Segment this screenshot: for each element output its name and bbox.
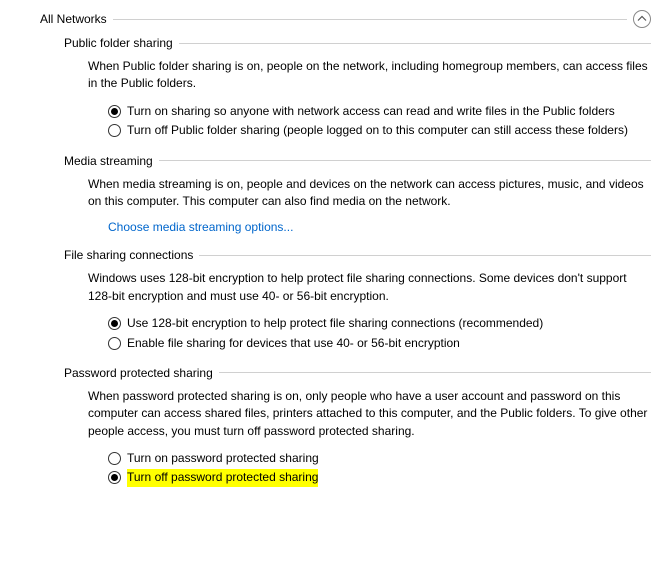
radio-label: Turn off Public folder sharing (people l…	[127, 122, 628, 139]
radio-icon	[108, 317, 121, 330]
radio-icon	[108, 337, 121, 350]
divider	[179, 43, 651, 44]
radio-option-public-off[interactable]: Turn off Public folder sharing (people l…	[108, 122, 651, 139]
radio-icon	[108, 105, 121, 118]
divider	[219, 372, 651, 373]
section-public-folder-sharing: Public folder sharing When Public folder…	[64, 36, 651, 140]
radio-option-128bit[interactable]: Use 128-bit encryption to help protect f…	[108, 315, 651, 332]
section-title: File sharing connections	[64, 248, 199, 262]
category-title: All Networks	[40, 12, 113, 26]
section-title: Password protected sharing	[64, 366, 219, 380]
divider	[113, 19, 627, 20]
section-password-protected-sharing: Password protected sharing When password…	[64, 366, 651, 487]
category-header-all-networks[interactable]: All Networks	[40, 10, 651, 28]
radio-option-password-off[interactable]: Turn off password protected sharing	[108, 469, 651, 486]
radio-group-file-sharing: Use 128-bit encryption to help protect f…	[108, 315, 651, 352]
radio-label: Turn off password protected sharing	[127, 469, 318, 486]
radio-label: Turn on password protected sharing	[127, 450, 319, 467]
divider	[199, 255, 651, 256]
section-header: File sharing connections	[64, 248, 651, 262]
radio-group-password: Turn on password protected sharing Turn …	[108, 450, 651, 487]
section-title: Public folder sharing	[64, 36, 179, 50]
collapse-button[interactable]	[633, 10, 651, 28]
section-description: When password protected sharing is on, o…	[88, 388, 651, 440]
section-header: Public folder sharing	[64, 36, 651, 50]
section-header: Password protected sharing	[64, 366, 651, 380]
radio-option-password-on[interactable]: Turn on password protected sharing	[108, 450, 651, 467]
radio-icon	[108, 471, 121, 484]
section-title: Media streaming	[64, 154, 159, 168]
section-description: When Public folder sharing is on, people…	[88, 58, 651, 93]
chevron-up-icon	[637, 14, 647, 24]
radio-option-40-56bit[interactable]: Enable file sharing for devices that use…	[108, 335, 651, 352]
radio-label: Use 128-bit encryption to help protect f…	[127, 315, 543, 332]
advanced-sharing-settings-panel: All Networks Public folder sharing When …	[0, 0, 671, 521]
radio-group-public-folder: Turn on sharing so anyone with network a…	[108, 103, 651, 140]
radio-icon	[108, 124, 121, 137]
radio-icon	[108, 452, 121, 465]
section-description: Windows uses 128-bit encryption to help …	[88, 270, 651, 305]
section-description: When media streaming is on, people and d…	[88, 176, 651, 211]
radio-option-public-on[interactable]: Turn on sharing so anyone with network a…	[108, 103, 651, 120]
divider	[159, 160, 651, 161]
radio-label: Turn on sharing so anyone with network a…	[127, 103, 615, 120]
section-media-streaming: Media streaming When media streaming is …	[64, 154, 651, 235]
section-header: Media streaming	[64, 154, 651, 168]
link-media-streaming-options[interactable]: Choose media streaming options...	[108, 220, 293, 234]
radio-label: Enable file sharing for devices that use…	[127, 335, 460, 352]
section-file-sharing-connections: File sharing connections Windows uses 12…	[64, 248, 651, 352]
